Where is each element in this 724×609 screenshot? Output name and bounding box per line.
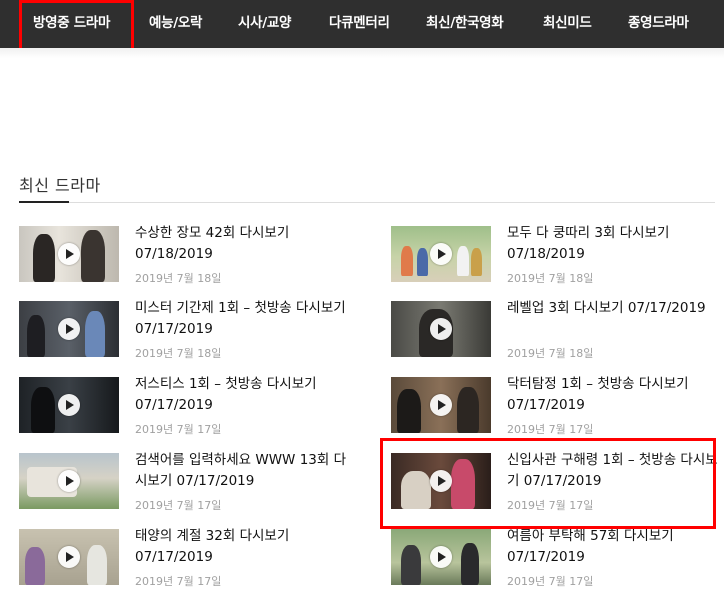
post-title[interactable]: 검색어를 입력하세요 WWW 13회 다시보기 07/17/2019	[135, 450, 349, 492]
post-item[interactable]: 수상한 장모 42회 다시보기 07/18/2019 2019년 7월 18일	[19, 223, 349, 286]
nav-item-ended-drama[interactable]: 종영드라마	[628, 0, 689, 48]
post-date: 2019년 7월 17일	[135, 499, 222, 512]
nav-item-korean-movies[interactable]: 최신/한국영화	[426, 0, 504, 48]
post-date: 2019년 7월 18일	[507, 272, 594, 285]
post-title[interactable]: 저스티스 1회 – 첫방송 다시보기 07/17/2019	[135, 374, 349, 416]
post-thumbnail[interactable]	[391, 377, 491, 433]
section-divider-accent	[19, 201, 69, 203]
nav-item-documentary[interactable]: 다큐멘터리	[329, 0, 390, 48]
post-thumbnail[interactable]	[19, 453, 119, 509]
post-title[interactable]: 여름아 부탁해 57회 다시보기 07/17/2019	[507, 526, 721, 568]
post-thumbnail[interactable]	[19, 529, 119, 585]
post-date: 2019년 7월 18일	[135, 347, 222, 360]
post-date: 2019년 7월 18일	[135, 272, 222, 285]
post-title[interactable]: 태양의 계절 32회 다시보기 07/17/2019	[135, 526, 349, 568]
play-circle-icon	[58, 394, 80, 416]
post-title[interactable]: 미스터 기간제 1회 – 첫방송 다시보기 07/17/2019	[135, 298, 349, 340]
nav-shadow	[0, 48, 724, 58]
play-circle-icon	[430, 546, 452, 568]
section-divider	[19, 202, 715, 203]
post-item[interactable]: 모두 다 쿵따리 3회 다시보기 07/18/2019 2019년 7월 18일	[391, 223, 721, 286]
nav-highlight-box	[19, 0, 134, 52]
section-title: 최신 드라마	[19, 176, 101, 195]
play-circle-icon	[430, 243, 452, 265]
post-thumbnail[interactable]	[19, 377, 119, 433]
post-date: 2019년 7월 17일	[135, 575, 222, 588]
post-item[interactable]: 여름아 부탁해 57회 다시보기 07/17/2019 2019년 7월 17일	[391, 526, 721, 589]
play-circle-icon	[430, 318, 452, 340]
post-item[interactable]: 미스터 기간제 1회 – 첫방송 다시보기 07/17/2019 2019년 7…	[19, 298, 349, 361]
post-thumbnail[interactable]	[19, 301, 119, 357]
post-thumbnail[interactable]	[19, 226, 119, 282]
post-title[interactable]: 닥터탐정 1회 – 첫방송 다시보기 07/17/2019	[507, 374, 721, 416]
nav-item-variety[interactable]: 예능/오락	[149, 0, 202, 48]
post-date: 2019년 7월 17일	[507, 575, 594, 588]
play-circle-icon	[58, 546, 80, 568]
post-item[interactable]: 태양의 계절 32회 다시보기 07/17/2019 2019년 7월 17일	[19, 526, 349, 589]
post-thumbnail[interactable]	[391, 529, 491, 585]
post-thumbnail[interactable]	[391, 301, 491, 357]
post-thumbnail[interactable]	[391, 226, 491, 282]
nav-item-current-affairs[interactable]: 시사/교양	[238, 0, 291, 48]
play-circle-icon	[58, 243, 80, 265]
post-highlight-box	[380, 438, 716, 529]
post-date: 2019년 7월 17일	[507, 423, 594, 436]
post-item[interactable]: 레벨업 3회 다시보기 07/17/2019 2019년 7월 18일	[391, 298, 721, 361]
post-date: 2019년 7월 18일	[507, 347, 594, 360]
nav-item-us-dramas[interactable]: 최신미드	[543, 0, 592, 48]
post-item[interactable]: 검색어를 입력하세요 WWW 13회 다시보기 07/17/2019 2019년…	[19, 450, 349, 513]
post-title[interactable]: 수상한 장모 42회 다시보기 07/18/2019	[135, 223, 349, 265]
post-date: 2019년 7월 17일	[135, 423, 222, 436]
play-circle-icon	[58, 318, 80, 340]
post-item[interactable]: 닥터탐정 1회 – 첫방송 다시보기 07/17/2019 2019년 7월 1…	[391, 374, 721, 437]
post-title[interactable]: 레벨업 3회 다시보기 07/17/2019	[507, 298, 721, 319]
play-circle-icon	[430, 394, 452, 416]
post-title[interactable]: 모두 다 쿵따리 3회 다시보기 07/18/2019	[507, 223, 721, 265]
post-item[interactable]: 저스티스 1회 – 첫방송 다시보기 07/17/2019 2019년 7월 1…	[19, 374, 349, 437]
play-circle-icon	[58, 470, 80, 492]
